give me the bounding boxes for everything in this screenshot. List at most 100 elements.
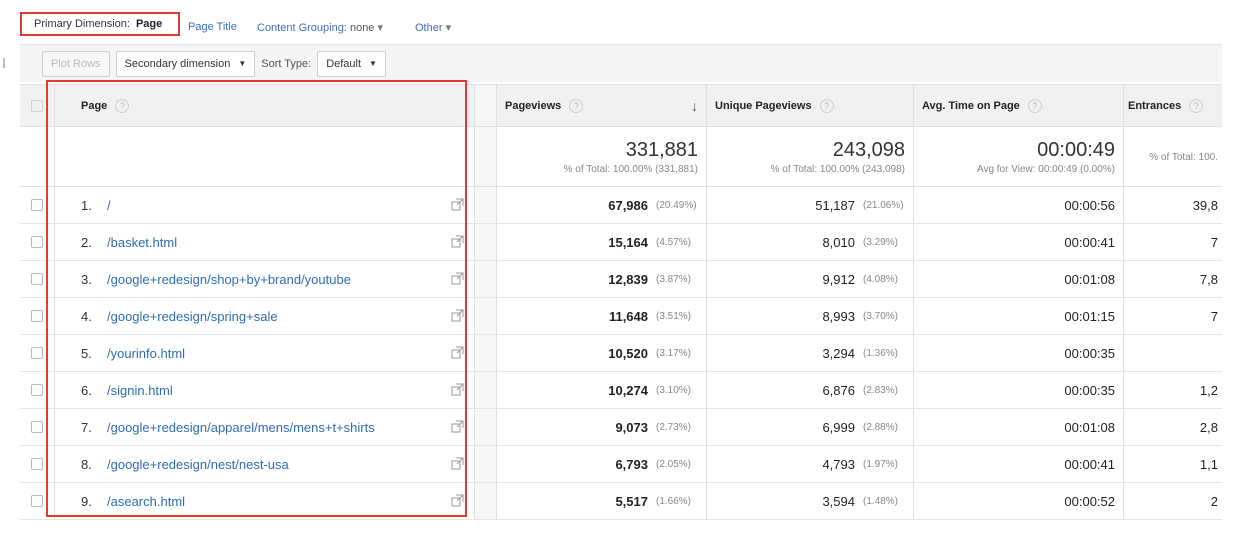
row-page-cell: 9. /asearch.html xyxy=(55,483,475,519)
row-number: 1. xyxy=(81,197,92,213)
row-pageviews-value: 11,648 xyxy=(608,308,648,324)
row-entrances-value: 1,1 xyxy=(1199,456,1218,472)
page-path-link[interactable]: /basket.html xyxy=(107,235,177,250)
header-avg-time-on-page[interactable]: Avg. Time on Page ? xyxy=(914,85,1124,126)
row-checkbox[interactable] xyxy=(31,273,43,285)
table-row: 2. /basket.html 15,164 (4.57%) 8,010 (3.… xyxy=(20,224,1222,261)
page-path-link[interactable]: /google+redesign/shop+by+brand/youtube xyxy=(107,272,351,287)
row-checkbox-cell xyxy=(20,298,55,334)
header-entrances[interactable]: Entrances ? xyxy=(1124,85,1222,126)
page-path-link[interactable]: /signin.html xyxy=(107,383,173,398)
open-external-icon[interactable] xyxy=(451,420,464,433)
totals-avg-time-sub: Avg for View: 00:00:49 (0.00%) xyxy=(976,163,1115,175)
help-icon[interactable]: ? xyxy=(1189,98,1204,113)
row-checkbox[interactable] xyxy=(31,421,43,433)
row-pageviews: 5,517 (1.66%) xyxy=(497,483,707,519)
row-page-cell: 4. /google+redesign/spring+sale xyxy=(55,298,475,334)
row-checkbox[interactable] xyxy=(31,310,43,322)
header-page[interactable]: Page ? xyxy=(55,85,475,126)
help-icon[interactable]: ? xyxy=(115,98,130,113)
row-entrances-value: 7 xyxy=(1210,308,1218,324)
table-row: 4. /google+redesign/spring+sale 11,648 (… xyxy=(20,298,1222,335)
row-checkbox-cell xyxy=(20,224,55,260)
table-row: 5. /yourinfo.html 10,520 (3.17%) 3,294 (… xyxy=(20,335,1222,372)
row-unique-pageviews-value: 9,912 xyxy=(822,271,855,287)
row-pageviews: 67,986 (20.49%) xyxy=(497,187,707,223)
page-path-link[interactable]: /google+redesign/apparel/mens/mens+t+shi… xyxy=(107,420,375,435)
row-spacer xyxy=(475,187,497,223)
open-external-icon[interactable] xyxy=(451,272,464,285)
caret-down-icon: ▼ xyxy=(238,59,247,68)
row-unique-pageviews-percent: (3.70%) xyxy=(863,310,899,322)
row-spacer xyxy=(475,409,497,445)
header-pageviews[interactable]: Pageviews ? ↓ xyxy=(497,85,707,126)
secondary-dimension-dropdown[interactable]: Secondary dimension ▼ xyxy=(115,50,256,77)
caret-down-icon: ▼ xyxy=(369,59,377,68)
row-spacer xyxy=(475,224,497,260)
row-spacer xyxy=(475,446,497,482)
page-path-link[interactable]: /google+redesign/spring+sale xyxy=(107,309,278,324)
totals-entrances: % of Total: 100. xyxy=(1124,127,1222,186)
row-avg-time: 00:00:35 xyxy=(914,372,1124,408)
row-spacer xyxy=(475,483,497,519)
header-unique-pageviews[interactable]: Unique Pageviews ? xyxy=(707,85,914,126)
row-entrances xyxy=(1124,335,1222,371)
page-title-dimension-link[interactable]: Page Title xyxy=(188,21,237,33)
row-avg-time: 00:00:52 xyxy=(914,483,1124,519)
open-external-icon[interactable] xyxy=(451,383,464,396)
row-unique-pageviews-percent: (2.83%) xyxy=(863,384,899,396)
row-pageviews: 10,274 (3.10%) xyxy=(497,372,707,408)
open-external-icon[interactable] xyxy=(451,198,464,211)
page-path-link[interactable]: /yourinfo.html xyxy=(107,346,185,361)
content-grouping-dropdown[interactable]: Content Grouping: none ▾ xyxy=(257,21,383,34)
sort-descending-icon[interactable]: ↓ xyxy=(691,98,698,114)
row-unique-pageviews: 6,999 (2.88%) xyxy=(707,409,914,445)
row-avg-time-value: 00:00:52 xyxy=(1064,493,1115,509)
table-row: 1. / 67,986 (20.49%) 51,187 (21.06%) 00:… xyxy=(20,187,1222,224)
help-icon[interactable]: ? xyxy=(819,98,834,113)
row-page-cell: 2. /basket.html xyxy=(55,224,475,260)
row-pageviews-percent: (4.57%) xyxy=(656,236,692,248)
totals-pageviews-sub: % of Total: 100.00% (331,881) xyxy=(563,163,698,175)
open-external-icon[interactable] xyxy=(451,494,464,507)
content-grouping-value: none xyxy=(349,22,375,34)
other-dimension-dropdown[interactable]: Other ▾ xyxy=(415,21,451,34)
totals-unique-pageviews: 243,098 % of Total: 100.00% (243,098) xyxy=(707,127,914,186)
row-entrances-value: 7,8 xyxy=(1199,271,1218,287)
page-path-link[interactable]: /asearch.html xyxy=(107,494,185,509)
select-all-checkbox[interactable] xyxy=(31,99,43,112)
chevron-down-icon: ▾ xyxy=(445,22,452,34)
sort-type-dropdown[interactable]: Default ▼ xyxy=(317,50,386,77)
page-path-link[interactable]: / xyxy=(107,198,111,213)
row-unique-pageviews-value: 3,294 xyxy=(822,345,855,361)
row-unique-pageviews-value: 6,876 xyxy=(822,382,855,398)
row-checkbox-cell xyxy=(20,372,55,408)
help-icon[interactable]: ? xyxy=(1027,98,1042,113)
page-path-link[interactable]: /google+redesign/nest/nest-usa xyxy=(107,457,289,472)
plot-rows-button[interactable]: Plot Rows xyxy=(42,50,110,77)
table-row: 3. /google+redesign/shop+by+brand/youtub… xyxy=(20,261,1222,298)
row-spacer xyxy=(475,298,497,334)
totals-entrances-sub: % of Total: 100. xyxy=(1149,152,1218,163)
table-row: 9. /asearch.html 5,517 (1.66%) 3,594 (1.… xyxy=(20,483,1222,520)
row-checkbox[interactable] xyxy=(31,495,43,507)
row-entrances-value: 2,8 xyxy=(1199,419,1218,435)
row-number: 3. xyxy=(81,271,92,287)
row-number: 9. xyxy=(81,493,92,509)
row-checkbox[interactable] xyxy=(31,199,43,211)
row-pageviews-value: 67,986 xyxy=(608,197,648,213)
row-unique-pageviews-value: 8,010 xyxy=(822,234,855,250)
help-icon[interactable]: ? xyxy=(569,98,584,113)
open-external-icon[interactable] xyxy=(451,457,464,470)
row-checkbox[interactable] xyxy=(31,236,43,248)
open-external-icon[interactable] xyxy=(451,346,464,359)
open-external-icon[interactable] xyxy=(451,235,464,248)
row-pageviews-percent: (20.49%) xyxy=(656,199,697,211)
primary-dimension-selector[interactable]: Primary Dimension: Page xyxy=(20,12,180,36)
row-checkbox[interactable] xyxy=(31,458,43,470)
row-checkbox[interactable] xyxy=(31,347,43,359)
row-checkbox[interactable] xyxy=(31,384,43,396)
open-external-icon[interactable] xyxy=(451,309,464,322)
row-unique-pageviews-value: 6,999 xyxy=(822,419,855,435)
row-pageviews: 10,520 (3.17%) xyxy=(497,335,707,371)
